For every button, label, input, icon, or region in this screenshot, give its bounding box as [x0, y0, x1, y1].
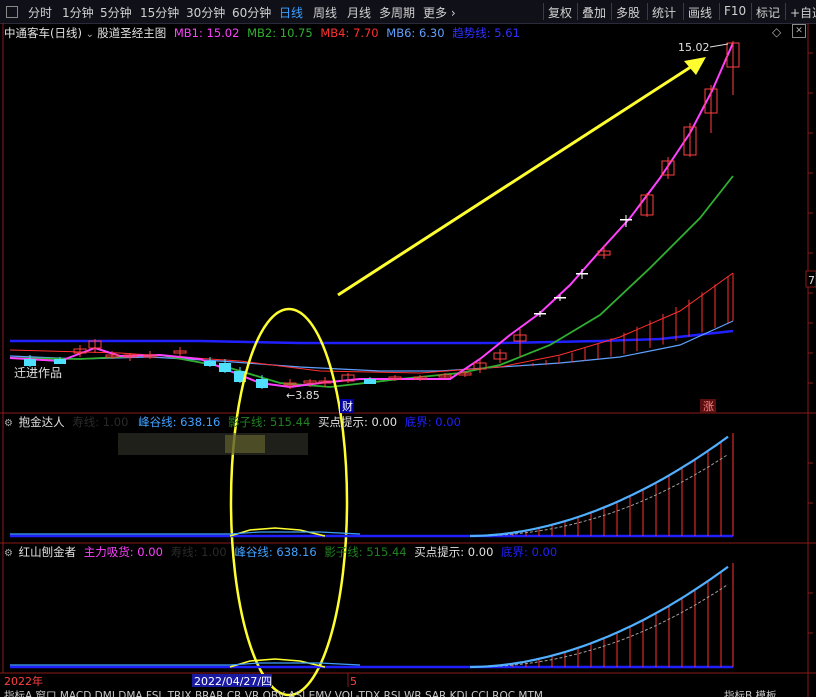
toolbar-separator — [543, 3, 544, 20]
panel3-faded: 寿线: 1.00 — [170, 545, 227, 559]
indicator-name[interactable]: 股道圣经主图 — [97, 26, 166, 40]
toolbar-button-3[interactable]: 统计 — [652, 4, 676, 21]
mb6-line — [9, 320, 734, 372]
low-price-label: ←3.85 — [286, 389, 320, 402]
stock-name[interactable]: 中通客车(日线) — [4, 26, 82, 40]
month-tick: 5 — [350, 675, 357, 688]
trend-line — [10, 329, 734, 345]
period-tab-2[interactable]: 5分钟 — [100, 4, 132, 21]
close-icon[interactable]: ✕ — [792, 24, 806, 38]
period-toolbar: 分时 1分钟 5分钟 15分钟 30分钟 60分钟 日线 周线 月线 多周期 更多 › 复权 叠加 多股… — [0, 0, 816, 24]
toolbar-button-7[interactable]: +自选 — [790, 4, 816, 21]
panel2-dijie: 底界: 0.00 — [404, 415, 461, 429]
panel2-fenggu: 峰谷线: 638.16 — [138, 415, 221, 429]
toolbar-button-2[interactable]: 多股 — [616, 4, 640, 21]
mb6-value: MB6: 6.30 — [386, 26, 445, 40]
diamond-icon[interactable]: ◇ — [772, 25, 781, 39]
toolbar-separator — [577, 3, 578, 20]
gear-icon[interactable]: ⚙ — [4, 548, 13, 559]
period-tab-1[interactable]: 1分钟 — [62, 4, 94, 21]
panel2-faded: 寿线: 1.00 — [72, 415, 129, 429]
main-panel-header: 中通客车(日线) ⌄ 股道圣经主图 MB1: 15.02 MB2: 10.75 … — [4, 25, 520, 41]
chevron-down-icon[interactable]: ⌄ — [86, 29, 98, 40]
high-price-label: 15.02 — [678, 41, 710, 54]
period-tab-6[interactable]: 日线 — [279, 4, 303, 21]
indicator-b-tab[interactable]: 指标B 模板 — [724, 689, 777, 697]
rise-tag[interactable]: 涨 — [703, 400, 714, 413]
toolbar-button-0[interactable]: 复权 — [548, 4, 572, 21]
toolbar-button-6[interactable]: 标记 — [756, 4, 780, 21]
panel3-zhuli: 主力吸货: 0.00 — [83, 545, 163, 559]
toolbar-separator — [683, 3, 684, 20]
panel3-title[interactable]: 红山刨金者 — [19, 545, 77, 559]
panel3-dijie: 底界: 0.00 — [501, 545, 558, 559]
panel3-yingzi: 影子线: 515.44 — [324, 545, 407, 559]
toolbar-separator — [719, 3, 720, 20]
period-tab-7[interactable]: 周线 — [313, 4, 337, 21]
period-tab-5[interactable]: 60分钟 — [232, 4, 271, 21]
right-axis-tag: 7 — [808, 274, 815, 287]
indicator-tabs[interactable]: 指标A 窗口 MACD DMI DMA FSL TRIX BRAR CR VR … — [4, 689, 543, 697]
panel2-title[interactable]: 抱金达人 — [19, 415, 65, 429]
panel2-maidian: 买点提示: 0.00 — [317, 415, 398, 429]
year-label: 2022年 — [4, 674, 43, 688]
cursor-date-label: 2022/04/27/四 — [194, 675, 272, 688]
panel2-header: ⚙ 抱金达人 寿线: 1.00 峰谷线: 638.16 影子线: 515.44 … — [4, 414, 461, 430]
mb2-value: MB2: 10.75 — [247, 26, 313, 40]
toolbar-separator — [647, 3, 648, 20]
toolbar-separator — [611, 3, 612, 20]
gear-icon[interactable]: ⚙ — [4, 418, 13, 429]
period-tab-8[interactable]: 月线 — [347, 4, 371, 21]
period-tab-4[interactable]: 30分钟 — [186, 4, 225, 21]
toolbar-separator — [751, 3, 752, 20]
period-tab-3[interactable]: 15分钟 — [140, 4, 179, 21]
menu-square-icon[interactable] — [6, 6, 18, 18]
toolbar-button-4[interactable]: 画线 — [688, 4, 712, 21]
period-tab-10[interactable]: 更多 › — [423, 4, 456, 21]
finance-tag[interactable]: 财 — [342, 399, 353, 413]
toolbar-separator — [785, 3, 786, 20]
mb1-value: MB1: 15.02 — [173, 26, 240, 40]
toolbar-button-1[interactable]: 叠加 — [582, 4, 606, 21]
period-tab-9[interactable]: 多周期 — [379, 4, 415, 21]
toolbar-button-5[interactable]: F10 — [724, 4, 746, 18]
period-tab-0[interactable]: 分时 — [28, 4, 52, 21]
panel2-yingzi: 影子线: 515.44 — [228, 415, 311, 429]
mb4-value: MB4: 7.70 — [320, 26, 379, 40]
panel3-fenggu: 峰谷线: 638.16 — [234, 545, 317, 559]
chart-canvas[interactable]: 15.02 ←3.85 迁进作品 财 涨 7 2022年 2022/04/27/… — [0, 23, 816, 697]
trend-arrow — [337, 59, 701, 297]
panel3-maidian: 买点提示: 0.00 — [414, 545, 494, 559]
trend-value: 趋势线: 5.61 — [452, 26, 520, 40]
watermark-text: 迁进作品 — [14, 366, 62, 380]
blurred-region — [118, 433, 308, 455]
panel3-header: ⚙ 红山刨金者 主力吸货: 0.00 寿线: 1.00 峰谷线: 638.16 … — [4, 544, 557, 560]
